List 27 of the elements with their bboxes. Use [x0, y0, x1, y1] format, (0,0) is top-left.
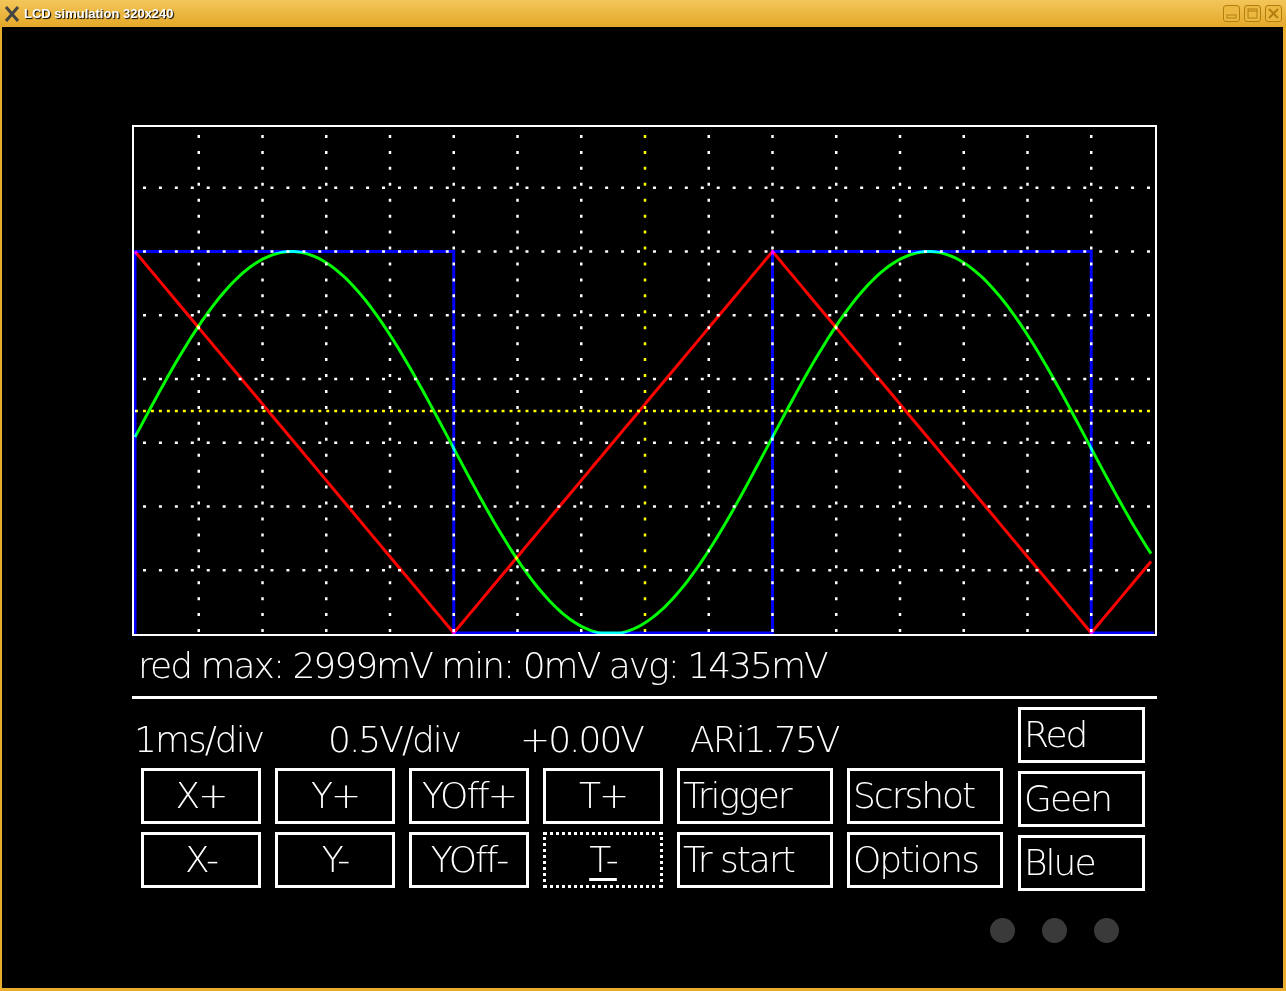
- lcd-button[interactable]: Y+: [275, 768, 395, 824]
- close-button[interactable]: [1265, 5, 1282, 22]
- lcd-button[interactable]: Options: [847, 832, 1003, 888]
- setting-readout: 1ms/div: [133, 722, 264, 758]
- lcd-button[interactable]: Tr start: [677, 832, 833, 888]
- window-title: LCD simulation 320x240: [24, 4, 174, 23]
- lcd-button[interactable]: Trigger: [677, 768, 833, 824]
- minimize-button[interactable]: [1223, 5, 1240, 22]
- lcd-button[interactable]: Geen: [1018, 771, 1145, 827]
- lcd-button[interactable]: YOff-: [409, 832, 529, 888]
- lcd-button[interactable]: T-: [543, 832, 663, 888]
- lcd-button[interactable]: Red: [1018, 707, 1145, 763]
- lcd-button[interactable]: T+: [543, 768, 663, 824]
- x-logo-icon: [4, 5, 20, 22]
- setting-readout: ARi1.75V: [690, 722, 839, 758]
- lcd-button[interactable]: X+: [141, 768, 261, 824]
- lcd-button[interactable]: YOff+: [409, 768, 529, 824]
- lcd-button[interactable]: Blue: [1018, 835, 1145, 891]
- measurement-text: red max: 2999mV min: 0mV avg: 1435mV: [137, 644, 829, 688]
- setting-readout: +0.00V: [520, 722, 645, 758]
- maximize-icon: [1247, 8, 1258, 19]
- lcd-button[interactable]: Scrshot: [847, 768, 1003, 824]
- maximize-button[interactable]: [1244, 5, 1261, 22]
- lcd-button[interactable]: X-: [141, 832, 261, 888]
- setting-readout: 0.5V/div: [328, 722, 462, 758]
- lcd-button[interactable]: Y-: [275, 832, 395, 888]
- close-icon: [1268, 8, 1279, 19]
